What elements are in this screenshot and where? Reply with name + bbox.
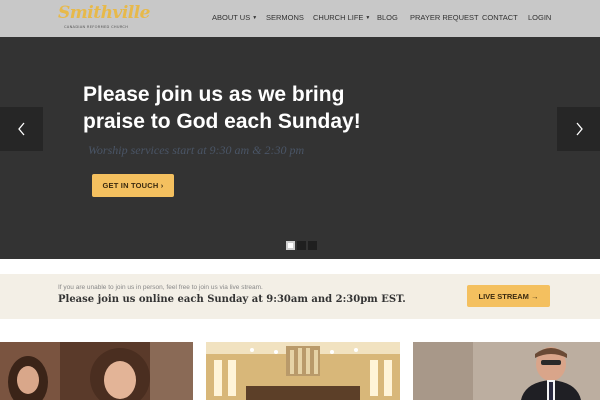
fellowship-photo: [0, 342, 193, 400]
slider-dot-2[interactable]: [297, 241, 306, 250]
nav-item-prayer-request[interactable]: PRAYER REQUEST: [410, 13, 479, 22]
site-header: Smithville CANADIAN REFORMED CHURCH ABOU…: [0, 0, 600, 37]
get-in-touch-button[interactable]: GET IN TOUCH ›: [92, 174, 174, 197]
nav-item-church-life[interactable]: CHURCH LIFE ▼: [313, 13, 370, 22]
chevron-right-icon: [576, 122, 583, 136]
logo-subtitle: CANADIAN REFORMED CHURCH: [64, 25, 129, 29]
nav-item-login[interactable]: LOGIN: [528, 13, 551, 22]
hero-subtitle: Worship services start at 9:30 am & 2:30…: [88, 143, 305, 157]
chevron-down-icon: ▼: [365, 15, 371, 21]
logo-script-text: Smithville: [58, 3, 151, 23]
photo-card-sanctuary[interactable]: [206, 342, 400, 400]
nav-item-contact[interactable]: CONTACT: [482, 13, 518, 22]
hero-slider: Please join us as we bring praise to God…: [0, 37, 600, 259]
church-logo[interactable]: Smithville CANADIAN REFORMED CHURCH: [58, 3, 151, 33]
pastor-photo: [413, 342, 600, 400]
livestream-message: Please join us online each Sunday at 9:3…: [58, 294, 406, 305]
nav-item-blog[interactable]: BLOG: [377, 13, 398, 22]
livestream-intro: If you are unable to join us in person, …: [58, 284, 263, 291]
nav-item-about-us[interactable]: ABOUT US ▼: [212, 13, 257, 22]
sanctuary-photo: [206, 342, 400, 400]
slider-next-button[interactable]: [557, 107, 600, 151]
hero-title: Please join us as we bring praise to God…: [83, 83, 361, 133]
slider-dot-3[interactable]: [308, 241, 317, 250]
live-stream-button[interactable]: LIVE STREAM →: [467, 285, 550, 307]
chevron-left-icon: [17, 122, 24, 136]
slider-pagination: [286, 241, 317, 250]
slider-dot-1[interactable]: [286, 241, 295, 250]
chevron-down-icon: ▼: [252, 15, 258, 21]
photo-card-pastor[interactable]: [413, 342, 600, 400]
nav-item-sermons[interactable]: SERMONS: [266, 13, 304, 22]
photo-card-fellowship[interactable]: [0, 342, 193, 400]
slider-prev-button[interactable]: [0, 107, 43, 151]
livestream-banner: If you are unable to join us in person, …: [0, 274, 600, 319]
